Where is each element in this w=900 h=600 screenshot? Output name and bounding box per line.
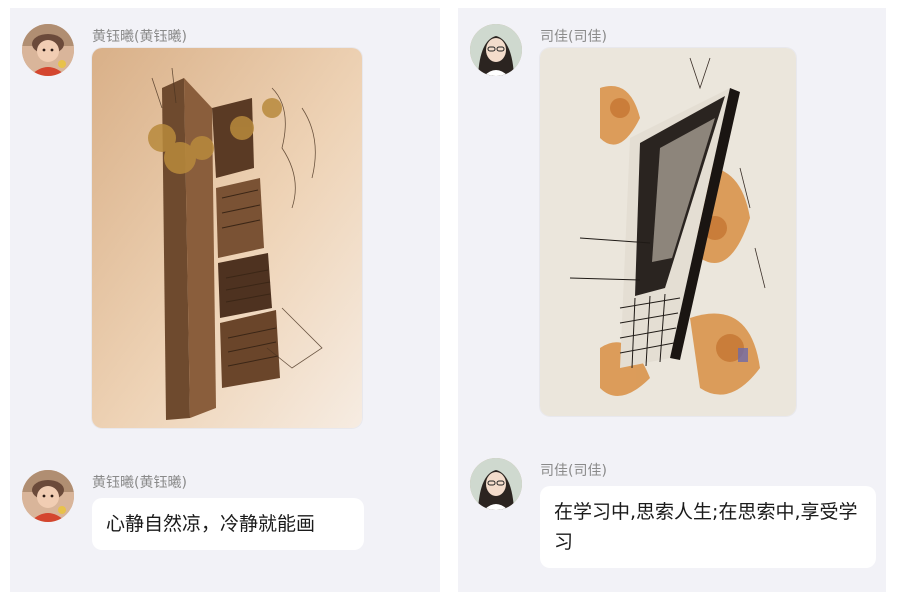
sketch-photo[interactable] [540, 48, 796, 416]
chat-panel-left[interactable]: 黄钰曦(黄钰曦) 黄钰曦(黄钰曦) 心静自然凉，冷静就能画 [10, 8, 440, 592]
avatar[interactable] [22, 24, 74, 76]
message-bubble[interactable]: 在学习中,思索人生;在思索中,享受学习 [540, 486, 876, 568]
avatar[interactable] [22, 470, 74, 522]
sender-name: 黄钰曦(黄钰曦) [92, 29, 187, 45]
message-bubble[interactable]: 心静自然凉，冷静就能画 [92, 498, 364, 550]
sender-name: 司佳(司佳) [540, 29, 607, 45]
sender-name: 司佳(司佳) [540, 463, 607, 479]
chat-panel-right[interactable]: 司佳(司佳) 司佳(司佳) 在学习中,思索人生;在思索中,享受学习 [458, 8, 886, 592]
avatar[interactable] [470, 458, 522, 510]
sketch-photo[interactable] [92, 48, 362, 428]
avatar[interactable] [470, 24, 522, 76]
sender-name: 黄钰曦(黄钰曦) [92, 475, 187, 491]
